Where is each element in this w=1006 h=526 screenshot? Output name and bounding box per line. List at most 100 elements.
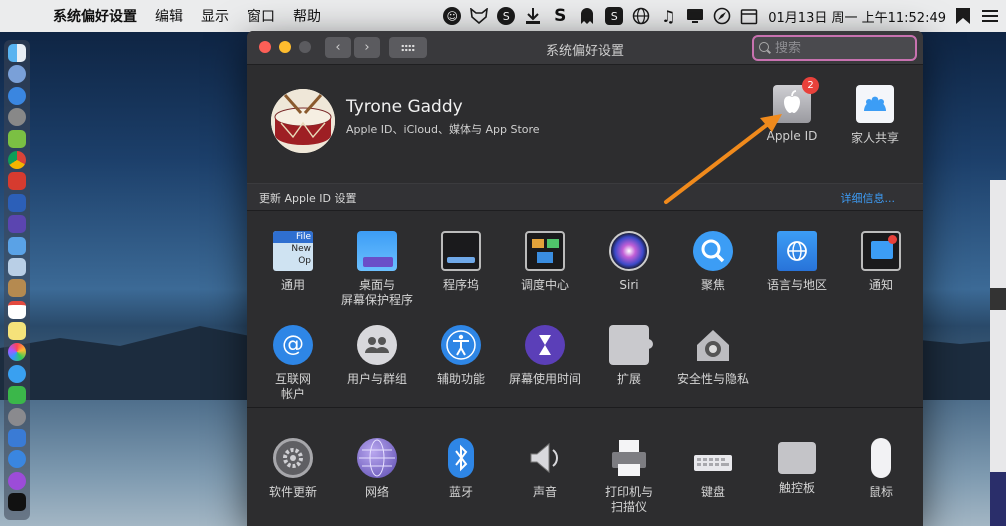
pref-users-groups[interactable]: 用户与群组 [335,325,419,387]
pref-network-label: 网络 [364,485,389,499]
preview-icon[interactable] [8,257,26,276]
gear-icon [273,438,313,478]
pref-bluetooth[interactable]: 蓝牙 [419,438,503,500]
pref-users-label: 用户与群组 [346,372,407,386]
pref-language-region[interactable]: 语言与地区 [755,231,839,293]
accessibility-icon [441,325,481,365]
spotlight-icon [693,231,733,271]
general-icon-file: File [273,231,313,243]
desktop-icon [357,231,397,271]
user-name: Tyrone Gaddy [346,97,463,117]
rocket-icon[interactable] [8,108,26,127]
pref-screen-time[interactable]: 屏幕使用时间 [503,325,587,387]
apple-id-pref[interactable]: 2 Apple ID [752,77,832,143]
pref-keyboard-label: 键盘 [700,485,725,499]
app-purple-icon[interactable] [8,215,26,234]
display-icon[interactable] [685,6,705,26]
general-icon: File New Op [273,231,313,271]
pref-mouse[interactable]: 鼠标 [839,438,923,500]
family-sharing-pref[interactable]: 家人共享 [835,85,915,146]
s-box-icon[interactable]: S [604,6,624,26]
globe-icon[interactable] [631,6,651,26]
calendar-dock-icon[interactable] [8,300,26,319]
tv-icon[interactable] [8,493,26,512]
app-blue-icon[interactable] [8,193,26,212]
calendar-icon[interactable] [739,6,759,26]
ghost-icon[interactable] [577,6,597,26]
menu-edit[interactable]: 编辑 [146,6,192,26]
pref-internet-accounts[interactable]: @ 互联网 帐户 [251,325,335,402]
launchpad-icon[interactable] [8,65,26,84]
menu-clock[interactable]: 01月13日 周一 上午11:52:49 [768,7,946,26]
wechat-icon[interactable] [8,386,26,405]
family-sharing-icon [856,85,894,123]
pref-keyboard[interactable]: 键盘 [671,438,755,500]
pref-mission-control[interactable]: 调度中心 [503,231,587,293]
puzzle-piece-icon [609,325,653,365]
pref-desktop-screensaver[interactable]: 桌面与 屏幕保护程序 [335,231,419,308]
pref-siri[interactable]: Siri [587,231,671,293]
menu-app-name[interactable]: 系统偏好设置 [44,6,146,26]
pref-software-update[interactable]: 软件更新 [251,438,335,500]
pref-notifications[interactable]: 通知 [839,231,923,293]
general-icon-new: New [291,244,311,254]
messages-icon[interactable] [8,364,26,383]
app-lightblue-icon[interactable] [8,236,26,255]
pref-trackpad[interactable]: 触控板 [755,438,839,496]
system-preferences-window: ‹ › 系统偏好设置 Tyrone Gaddy Apple ID、iCloud、… [247,31,923,526]
smiley-icon[interactable]: ☺ [442,6,462,26]
keynote-icon[interactable] [8,429,26,448]
network-globe-icon [357,438,397,478]
pref-mission-control-label: 调度中心 [520,278,569,292]
pref-sound-label: 声音 [532,485,557,499]
pref-network[interactable]: 网络 [335,438,419,500]
avatar[interactable] [271,89,335,153]
user-subtitle: Apple ID、iCloud、媒体与 App Store [346,123,540,136]
safari-icon[interactable] [8,86,26,105]
compass-icon[interactable] [712,6,732,26]
pref-trackpad-label: 触控板 [778,481,815,495]
notes-icon[interactable] [8,322,26,341]
search-input[interactable] [775,40,905,56]
pref-accessibility[interactable]: 辅助功能 [419,325,503,387]
photos-icon[interactable] [8,343,26,362]
pref-security-privacy[interactable]: 安全性与隐私 [671,325,755,387]
pref-internet-accounts-label: 互联网 帐户 [274,372,311,401]
finder-icon[interactable] [8,44,26,62]
update-apple-id-text: 更新 Apple ID 设置 [259,192,357,205]
system-prefs-dock-icon[interactable] [8,407,26,426]
menu-view[interactable]: 显示 [192,6,238,26]
trackpad-icon [778,442,816,474]
speaker-icon [525,438,565,478]
s-icon[interactable]: S [550,6,570,26]
search-field[interactable] [752,35,917,61]
pref-extensions[interactable]: 扩展 [587,325,671,387]
circle-s-icon[interactable]: S [496,6,516,26]
music-note-icon[interactable]: ♫ [658,6,678,26]
music-icon[interactable] [8,450,26,469]
pref-sound[interactable]: 声音 [503,438,587,500]
menu-window[interactable]: 窗口 [238,6,284,26]
pref-printers-scanners[interactable]: 打印机与 扫描仪 [587,438,671,515]
app-red-icon[interactable] [8,172,26,191]
fox-icon[interactable] [469,6,489,26]
window-titlebar: ‹ › 系统偏好设置 [247,31,923,65]
details-link[interactable]: 详细信息... [841,190,896,206]
pref-spotlight[interactable]: 聚焦 [671,231,755,293]
download-icon[interactable] [523,6,543,26]
android-icon[interactable] [8,129,26,148]
notification-center-icon[interactable] [953,6,973,26]
update-apple-id-bar: 更新 Apple ID 设置 详细信息... [247,183,923,211]
apple-id-label: Apple ID [766,129,818,143]
podcasts-icon[interactable] [8,471,26,490]
chrome-icon[interactable] [8,150,26,169]
menu-help[interactable]: 帮助 [284,6,330,26]
app-brown-icon[interactable] [8,279,26,298]
pref-mouse-label: 鼠标 [868,485,893,499]
pref-siri-label: Siri [619,278,639,292]
pref-general[interactable]: File New Op 通用 [251,231,335,293]
background-window-edge [990,180,1006,526]
pref-language-label: 语言与地区 [766,278,827,292]
menu-list-icon[interactable] [980,6,1000,26]
pref-dock[interactable]: 程序坞 [419,231,503,293]
